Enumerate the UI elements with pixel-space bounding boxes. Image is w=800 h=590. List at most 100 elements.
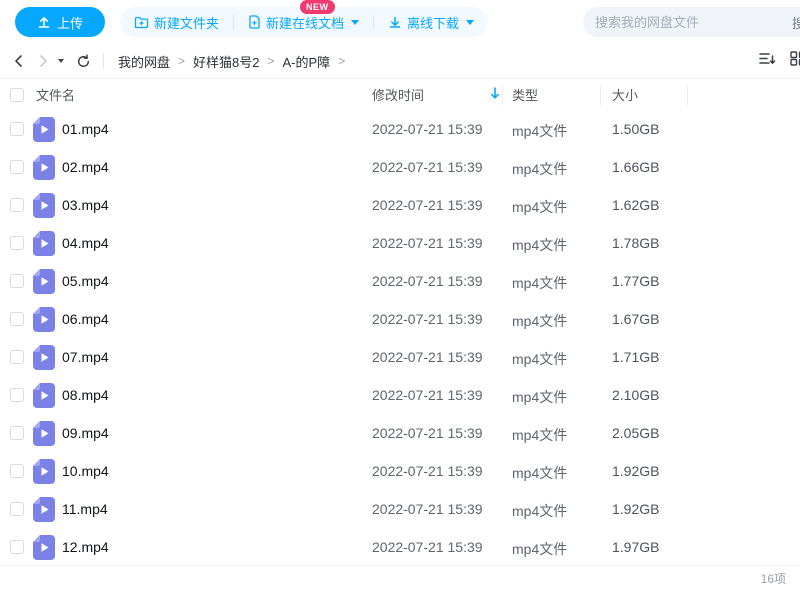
file-type: mp4文件 xyxy=(512,387,567,407)
row-checkbox[interactable] xyxy=(10,502,24,516)
file-type: mp4文件 xyxy=(512,197,567,217)
view-controls xyxy=(759,44,800,78)
row-checkbox[interactable] xyxy=(10,312,24,326)
row-checkbox[interactable] xyxy=(10,540,24,554)
row-checkbox[interactable] xyxy=(10,350,24,364)
file-name[interactable]: 06.mp4 xyxy=(62,311,109,327)
file-type: mp4文件 xyxy=(512,121,567,141)
file-name[interactable]: 07.mp4 xyxy=(62,349,109,365)
file-row[interactable]: 05.mp4 2022-07-21 15:39 mp4文件 1.77GB xyxy=(0,262,800,300)
history-caret-icon[interactable] xyxy=(58,59,64,63)
status-bar: 16项 xyxy=(0,565,800,590)
file-row[interactable]: 09.mp4 2022-07-21 15:39 mp4文件 2.05GB xyxy=(0,414,800,452)
new-folder-button[interactable]: 新建文件夹 xyxy=(120,7,233,37)
file-name[interactable]: 08.mp4 xyxy=(62,387,109,403)
column-header-type[interactable]: 类型 xyxy=(512,85,538,104)
file-name[interactable]: 10.mp4 xyxy=(62,463,109,479)
breadcrumb-item-root[interactable]: 我的网盘 xyxy=(118,52,170,71)
file-name[interactable]: 11.mp4 xyxy=(62,501,108,517)
offline-download-button[interactable]: 离线下载 xyxy=(374,7,488,37)
video-file-icon xyxy=(33,155,55,185)
file-modified-time: 2022-07-21 15:39 xyxy=(372,501,483,517)
file-row[interactable]: 03.mp4 2022-07-21 15:39 mp4文件 1.62GB xyxy=(0,186,800,224)
file-row[interactable]: 02.mp4 2022-07-21 15:39 mp4文件 1.66GB xyxy=(0,148,800,186)
file-row[interactable]: 04.mp4 2022-07-21 15:39 mp4文件 1.78GB xyxy=(0,224,800,262)
file-row[interactable]: 07.mp4 2022-07-21 15:39 mp4文件 1.71GB xyxy=(0,338,800,376)
file-size: 2.10GB xyxy=(612,387,659,403)
file-type: mp4文件 xyxy=(512,311,567,331)
navigation-bar: 我的网盘 > 好样猫8号2 > A-的P障 > xyxy=(0,44,800,78)
file-type: mp4文件 xyxy=(512,501,567,521)
row-checkbox[interactable] xyxy=(10,236,24,250)
file-name[interactable]: 09.mp4 xyxy=(62,425,109,441)
row-checkbox[interactable] xyxy=(10,274,24,288)
offline-download-label: 离线下载 xyxy=(407,13,459,32)
file-row[interactable]: 08.mp4 2022-07-21 15:39 mp4文件 2.10GB xyxy=(0,376,800,414)
file-row[interactable]: 10.mp4 2022-07-21 15:39 mp4文件 1.92GB xyxy=(0,452,800,490)
row-checkbox[interactable] xyxy=(10,198,24,212)
file-name[interactable]: 05.mp4 xyxy=(62,273,109,289)
upload-icon xyxy=(37,15,51,29)
file-row[interactable]: 12.mp4 2022-07-21 15:39 mp4文件 1.97GB xyxy=(0,528,800,566)
file-name[interactable]: 12.mp4 xyxy=(62,539,109,555)
column-header-name[interactable]: 文件名 xyxy=(36,85,75,104)
file-type: mp4文件 xyxy=(512,463,567,483)
row-checkbox[interactable] xyxy=(10,388,24,402)
sort-desc-icon[interactable] xyxy=(759,51,776,71)
file-type: mp4文件 xyxy=(512,159,567,179)
file-modified-time: 2022-07-21 15:39 xyxy=(372,463,483,479)
breadcrumb-separator: > xyxy=(178,54,185,68)
search-input[interactable] xyxy=(583,15,783,30)
refresh-button[interactable] xyxy=(76,54,91,69)
toolbar: 上传 新建文件夹 新建在线文档 离线下载 xyxy=(0,0,800,44)
select-all-checkbox[interactable] xyxy=(10,88,24,102)
upload-button-label: 上传 xyxy=(57,13,83,32)
column-divider xyxy=(687,85,688,105)
row-checkbox[interactable] xyxy=(10,160,24,174)
file-type: mp4文件 xyxy=(512,235,567,255)
breadcrumb-item-folder[interactable]: 好样猫8号2 xyxy=(193,52,259,71)
file-modified-time: 2022-07-21 15:39 xyxy=(372,311,483,327)
file-name[interactable]: 01.mp4 xyxy=(62,121,109,137)
grid-view-icon[interactable] xyxy=(790,51,800,71)
forward-button[interactable] xyxy=(36,54,50,68)
row-checkbox[interactable] xyxy=(10,122,24,136)
video-file-icon xyxy=(33,383,55,413)
file-size: 1.62GB xyxy=(612,197,659,213)
file-name[interactable]: 03.mp4 xyxy=(62,197,109,213)
file-row[interactable]: 01.mp4 2022-07-21 15:39 mp4文件 1.50GB xyxy=(0,110,800,148)
sort-arrow-icon[interactable] xyxy=(490,87,500,103)
search-box: 搜索 xyxy=(583,7,800,37)
breadcrumb: 我的网盘 > 好样猫8号2 > A-的P障 > xyxy=(118,52,353,71)
row-checkbox[interactable] xyxy=(10,426,24,440)
file-modified-time: 2022-07-21 15:39 xyxy=(372,121,483,137)
video-file-icon xyxy=(33,193,55,223)
file-name[interactable]: 02.mp4 xyxy=(62,159,109,175)
breadcrumb-separator: > xyxy=(338,54,345,68)
chevron-down-icon xyxy=(351,20,359,25)
file-name[interactable]: 04.mp4 xyxy=(62,235,109,251)
file-type: mp4文件 xyxy=(512,349,567,369)
file-modified-time: 2022-07-21 15:39 xyxy=(372,273,483,289)
file-size: 2.05GB xyxy=(612,425,659,441)
new-doc-icon xyxy=(248,15,261,29)
video-file-icon xyxy=(33,269,55,299)
column-header-modified[interactable]: 修改时间 xyxy=(372,85,424,104)
upload-button[interactable]: 上传 xyxy=(15,7,105,37)
file-size: 1.78GB xyxy=(612,235,659,251)
file-size: 1.67GB xyxy=(612,311,659,327)
file-modified-time: 2022-07-21 15:39 xyxy=(372,159,483,175)
netdisk-file-manager: 上传 新建文件夹 新建在线文档 离线下载 xyxy=(0,0,800,590)
column-header-size[interactable]: 大小 xyxy=(612,85,638,104)
search-button[interactable]: 搜索 xyxy=(783,13,800,32)
file-row[interactable]: 11.mp4 2022-07-21 15:39 mp4文件 1.92GB xyxy=(0,490,800,528)
file-type: mp4文件 xyxy=(512,273,567,293)
breadcrumb-item-current[interactable]: A-的P障 xyxy=(283,52,331,71)
back-button[interactable] xyxy=(12,54,26,68)
new-feature-badge: NEW xyxy=(300,0,335,14)
video-file-icon xyxy=(33,459,55,489)
row-checkbox[interactable] xyxy=(10,464,24,478)
file-row[interactable]: 06.mp4 2022-07-21 15:39 mp4文件 1.67GB xyxy=(0,300,800,338)
file-size: 1.92GB xyxy=(612,463,659,479)
file-modified-time: 2022-07-21 15:39 xyxy=(372,539,483,555)
